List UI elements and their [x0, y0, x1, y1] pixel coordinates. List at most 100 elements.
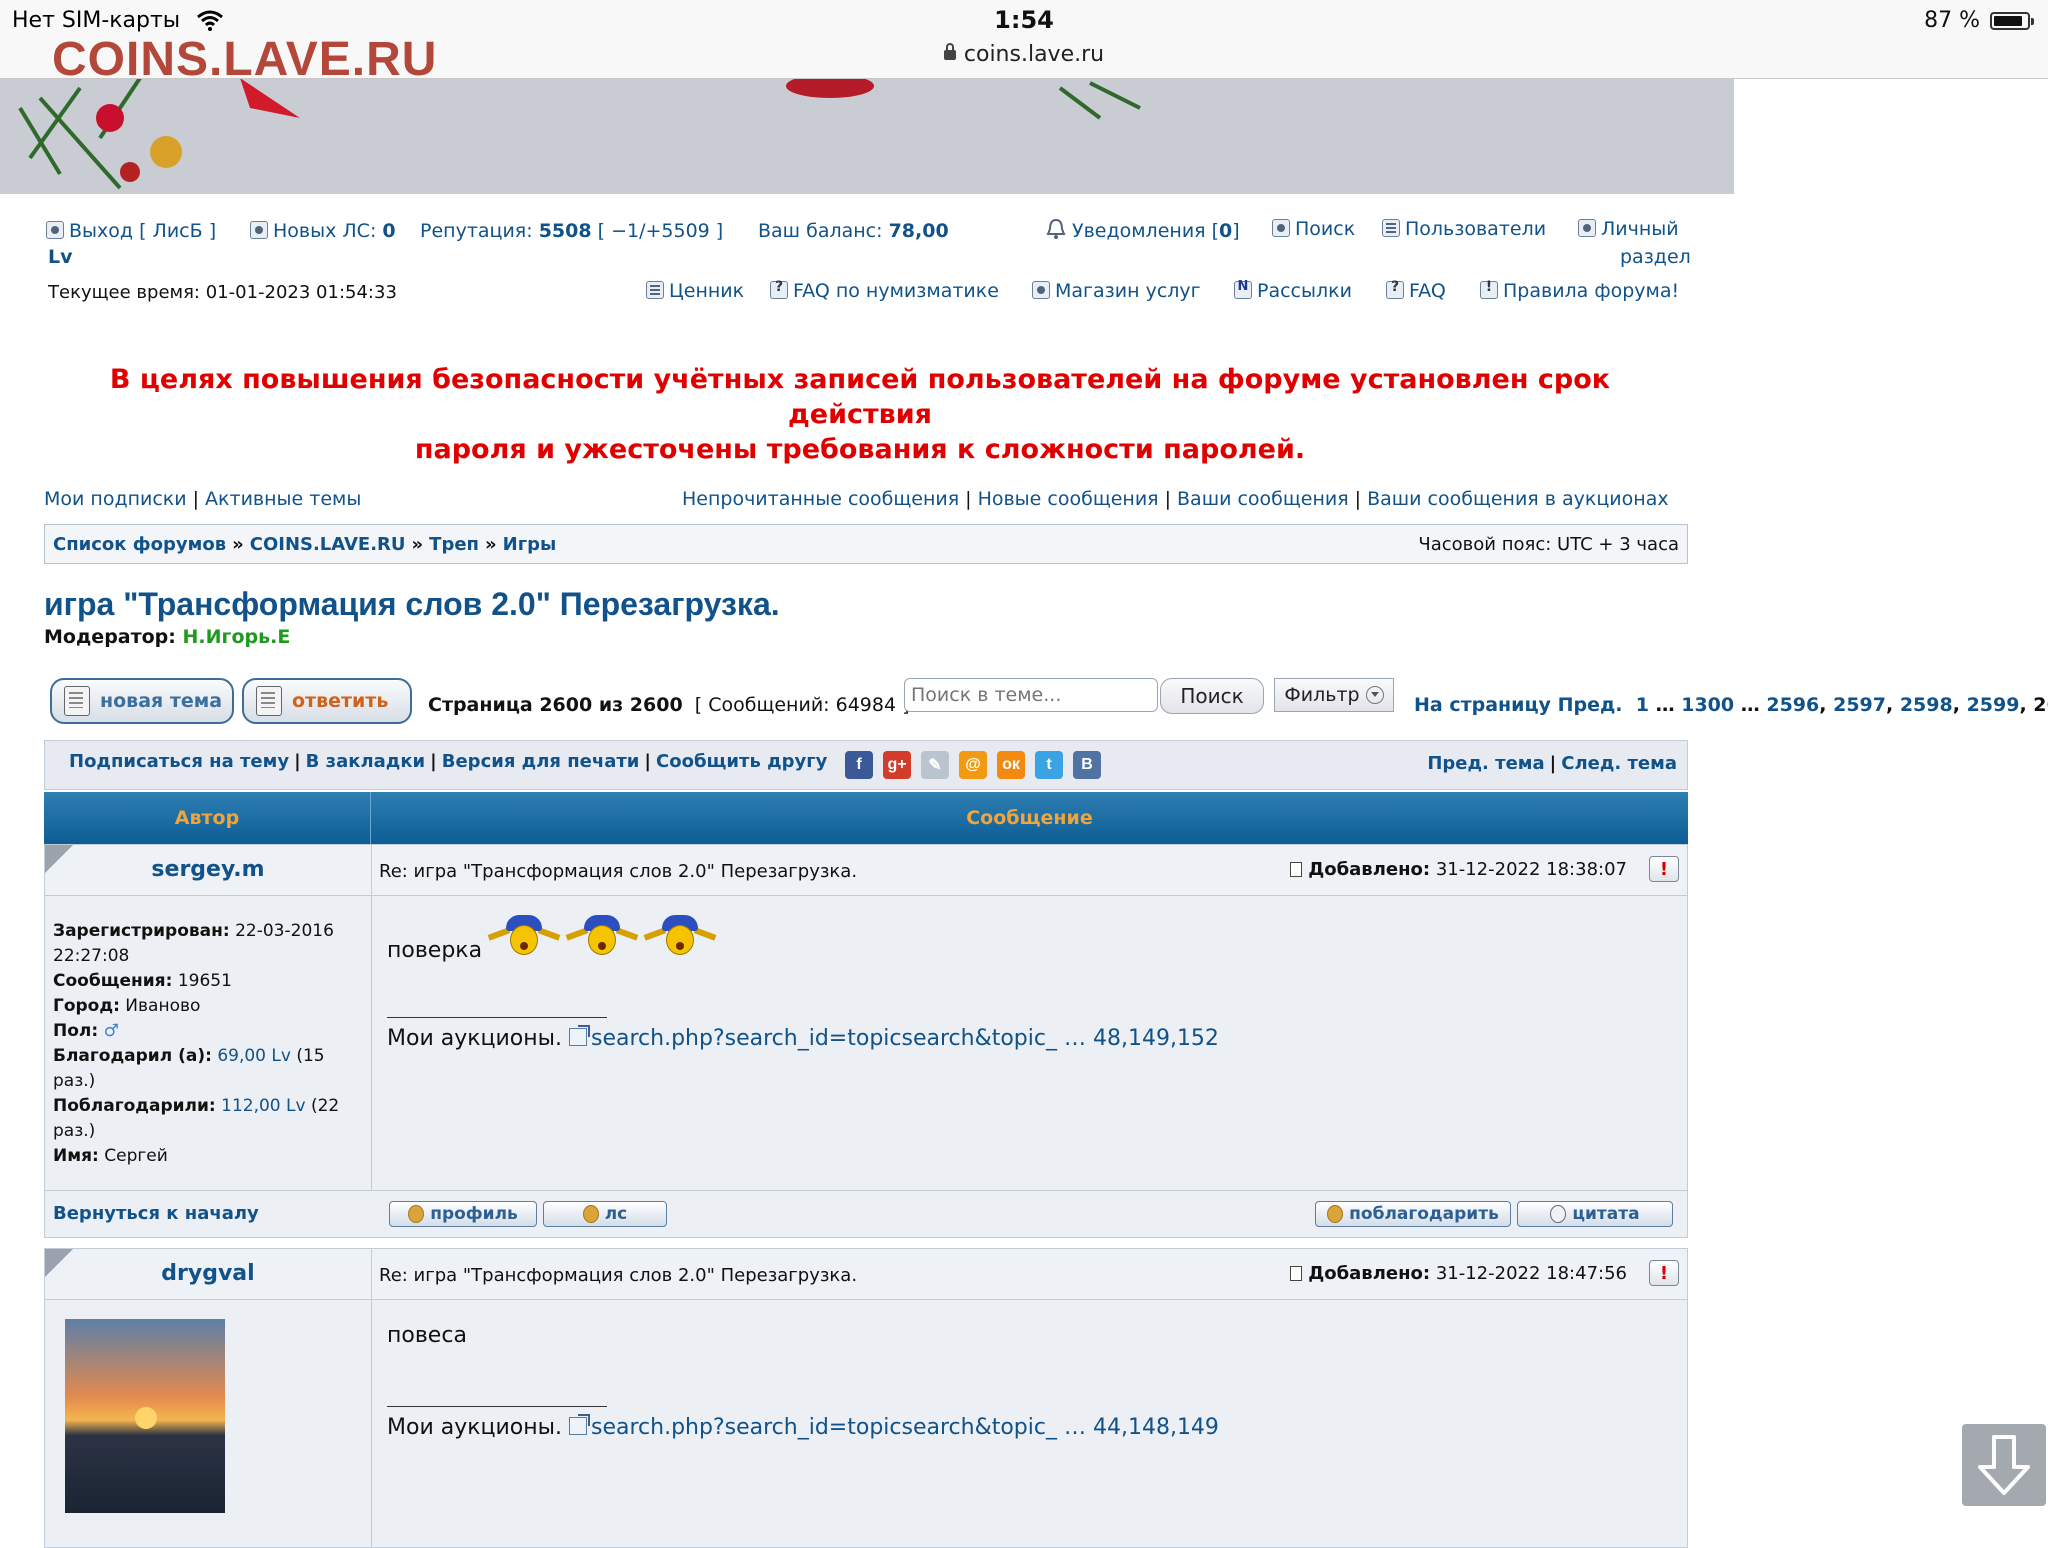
report-button[interactable]: ! [1649, 856, 1679, 882]
newsletter-icon [1234, 279, 1252, 299]
next-topic-link[interactable]: След. тема [1561, 753, 1677, 774]
personal-section-link[interactable]: Личный [1578, 218, 1679, 240]
breadcrumb-forum-list[interactable]: Список форумов [53, 534, 226, 555]
chevron-down-icon [1365, 686, 1384, 704]
search-link[interactable]: Поиск [1272, 218, 1355, 240]
mailru-icon[interactable]: @ [959, 751, 987, 779]
odnoklassniki-icon[interactable]: ок [997, 751, 1025, 779]
signature: Мои аукционы. search.php?search_id=topic… [387, 1414, 1219, 1440]
unread-posts-link[interactable]: Непрочитанные сообщения [682, 488, 959, 510]
mailings-link[interactable]: Рассылки [1234, 279, 1352, 302]
my-subscriptions-link[interactable]: Мои подписки [44, 488, 187, 510]
filter-button[interactable]: Фильтр [1274, 678, 1394, 712]
livejournal-icon[interactable]: ✎ [921, 751, 949, 779]
site-logo[interactable]: COINS.LAVE.RU [52, 32, 437, 87]
logout-link[interactable]: Выход [ ЛисБ ] [46, 220, 216, 242]
rules-link[interactable]: Правила форума! [1480, 279, 1679, 302]
author-column: Зарегистрирован: 22-03-2016 22:27:08 Соо… [45, 845, 372, 1237]
page-link[interactable]: 1 [1636, 694, 1649, 716]
faq-numismatics-link[interactable]: FAQ по нумизматике [770, 279, 999, 302]
report-button[interactable]: ! [1649, 1260, 1679, 1286]
clock: 1:54 [994, 6, 1054, 34]
new-topic-button[interactable]: новая тема [50, 678, 234, 724]
new-posts-link[interactable]: Новые сообщения [978, 488, 1159, 510]
reputation-link[interactable]: Репутация: 5508 [ −1/+5509 ] [420, 220, 723, 242]
personal-section-link-line2[interactable]: раздел [1620, 246, 1691, 268]
signature-divider [387, 1017, 607, 1018]
page-link[interactable]: 2599 [1967, 694, 2020, 716]
pricelist-icon [646, 281, 664, 299]
url-text: coins.lave.ru [963, 42, 1105, 67]
prev-topic-link[interactable]: Пред. тема [1427, 753, 1544, 774]
smiley-icon [487, 915, 561, 963]
bookmark-link[interactable]: В закладки [306, 751, 426, 772]
breadcrumb-site[interactable]: COINS.LAVE.RU [250, 534, 406, 555]
post: sergey.m Re: игра "Трансформация слов 2.… [44, 844, 1688, 1238]
your-posts-link[interactable]: Ваши сообщения [1177, 488, 1349, 510]
external-link-icon [569, 1414, 591, 1435]
quick-links-left: Мои подписки | Активные темы [44, 488, 362, 510]
pm-button[interactable]: лс [543, 1201, 667, 1227]
smiley-icon [565, 915, 639, 963]
pm-icon [250, 221, 268, 239]
auction-posts-link[interactable]: Ваши сообщения в аукционах [1367, 488, 1669, 510]
post-subject[interactable]: Re: игра "Трансформация слов 2.0" Переза… [379, 1265, 857, 1286]
google-plus-icon[interactable]: g+ [883, 751, 911, 779]
page-info: Страница 2600 из 2600 [ Сообщений: 64984… [428, 694, 910, 716]
was-thanked-link[interactable]: 112,00 Lv [221, 1096, 305, 1116]
signature-link[interactable]: search.php?search_id=topicsearch&topic_ … [591, 1026, 1219, 1051]
thank-button[interactable]: поблагодарить [1315, 1201, 1511, 1227]
page-link[interactable]: 1300 [1681, 694, 1734, 716]
post-link-icon[interactable] [1290, 862, 1303, 877]
topic-search-button[interactable]: Поиск [1160, 678, 1264, 714]
profile-button[interactable]: профиль [389, 1201, 537, 1227]
pm-users-icon [582, 1205, 599, 1223]
help-icon [770, 279, 788, 299]
male-gender-icon: ♂ [103, 1021, 119, 1041]
smiley-icon [643, 915, 717, 963]
faq-link[interactable]: FAQ [1386, 279, 1446, 302]
notifications-link[interactable]: Уведомления [0] [1046, 218, 1240, 242]
post-date: Добавлено: 31-12-2022 18:38:07 [1290, 859, 1627, 880]
social-share-icons: f g+ ✎ @ ок t В [845, 751, 1101, 779]
post-subject[interactable]: Re: игра "Трансформация слов 2.0" Переза… [379, 861, 857, 882]
topic-search-input[interactable] [904, 678, 1158, 712]
author-column-header: Автор [44, 792, 371, 844]
pager-prev[interactable]: Пред. [1558, 694, 1623, 716]
tell-friend-link[interactable]: Сообщить другу [656, 751, 827, 772]
timezone-label: Часовой пояс: UTC + 3 часа [1418, 534, 1679, 555]
scroll-down-button[interactable] [1962, 1424, 2046, 1506]
pricelist-link[interactable]: Ценник [646, 280, 744, 302]
page-link[interactable]: 2598 [1900, 694, 1953, 716]
topic-title[interactable]: игра "Трансформация слов 2.0" Перезагруз… [44, 586, 780, 623]
shop-link[interactable]: Магазин услуг [1032, 280, 1201, 302]
twitter-icon[interactable]: t [1035, 751, 1063, 779]
reply-button[interactable]: ответить [242, 678, 412, 724]
quote-button[interactable]: цитата [1517, 1201, 1673, 1227]
quote-icon [1550, 1205, 1567, 1223]
logout-icon [46, 221, 64, 239]
page-link[interactable]: 2597 [1833, 694, 1886, 716]
moderator-name[interactable]: Н.Игорь.Е [183, 626, 291, 648]
page-link[interactable]: 2596 [1766, 694, 1819, 716]
post-link-icon[interactable] [1290, 1266, 1303, 1281]
quick-links-right: Непрочитанные сообщения | Новые сообщения |… [682, 488, 1669, 510]
author-profile: Зарегистрирован: 22-03-2016 22:27:08 Соо… [53, 921, 340, 1166]
members-icon [1382, 219, 1400, 237]
post-body: поверка Мои аукционы. search.php?search_… [387, 903, 1667, 1051]
signature-link[interactable]: search.php?search_id=topicsearch&topic_ … [591, 1415, 1219, 1440]
subscribe-link[interactable]: Подписаться на тему [69, 751, 289, 772]
post-footer: Вернуться к началу профиль лс поблагодар… [45, 1190, 1687, 1237]
active-topics-link[interactable]: Активные темы [205, 488, 361, 510]
facebook-icon[interactable]: f [845, 751, 873, 779]
breadcrumb-chat[interactable]: Треп [429, 534, 479, 555]
vkontakte-icon[interactable]: В [1073, 751, 1101, 779]
breadcrumb: Список форумов» COINS.LAVE.RU» Треп» Игры Ч… [44, 524, 1688, 564]
breadcrumb-games[interactable]: Игры [503, 534, 557, 555]
new-pm-link[interactable]: Новых ЛС: 0 [250, 220, 396, 242]
christmas-decoration-icon [18, 78, 1141, 190]
back-to-top-link[interactable]: Вернуться к началу [53, 1203, 259, 1224]
users-link[interactable]: Пользователи [1382, 218, 1546, 240]
thanked-link[interactable]: 69,00 Lv [217, 1046, 291, 1066]
print-link[interactable]: Версия для печати [442, 751, 640, 772]
